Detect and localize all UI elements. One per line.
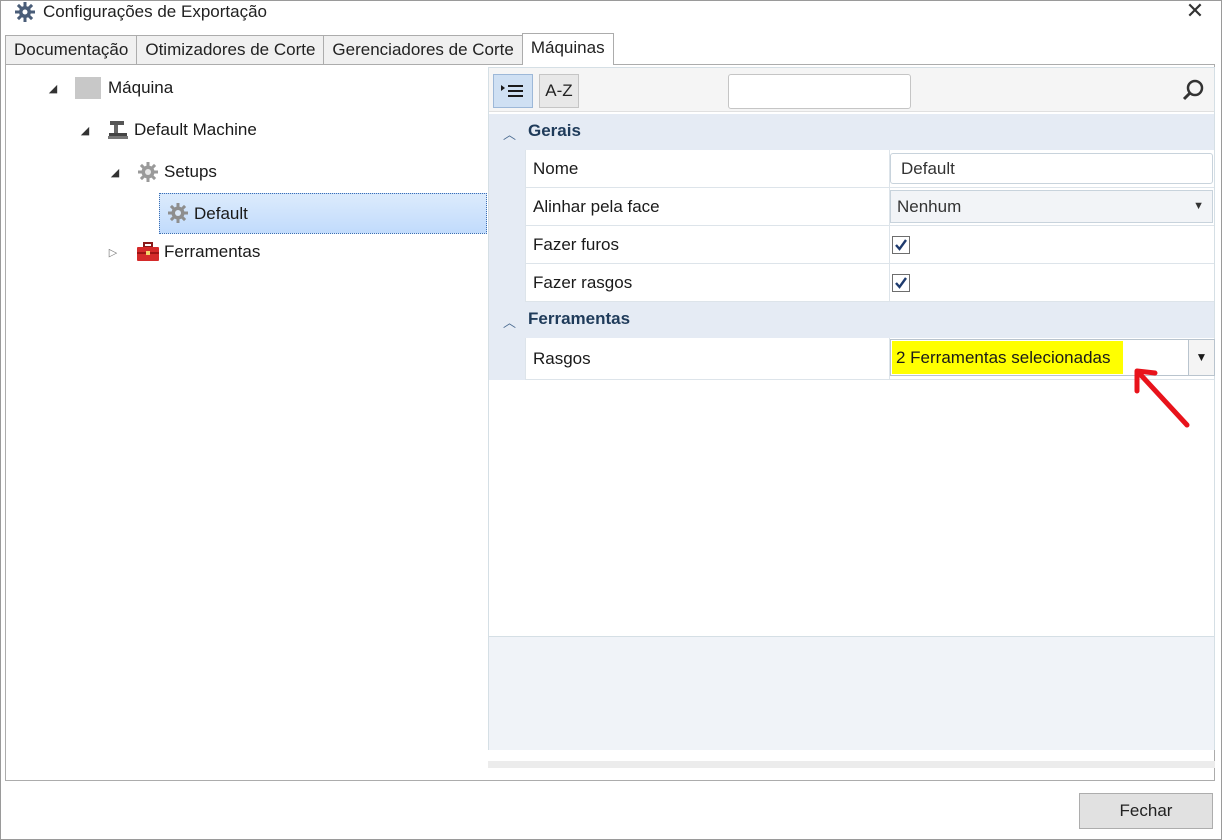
checkmark-icon bbox=[895, 239, 907, 251]
category-gutter bbox=[489, 338, 525, 380]
fechar-button[interactable]: Fechar bbox=[1079, 793, 1213, 829]
nome-input[interactable]: Default bbox=[890, 153, 1213, 184]
property-description-panel bbox=[489, 636, 1214, 750]
selected-tools-summary: 2 Ferramentas selecionadas bbox=[892, 341, 1123, 374]
property-grid-toolbar: A-Z bbox=[489, 68, 1214, 112]
alinhar-pela-face-select[interactable]: Nenhum ▼ bbox=[890, 190, 1213, 223]
property-row-rasgos: Rasgos 2 Ferramentas selecionadas ▼ bbox=[525, 338, 1215, 380]
fazer-furos-checkbox[interactable] bbox=[892, 236, 910, 254]
property-grid: A-Z ︿ Gerais Nome Default Alinhar pela f… bbox=[488, 67, 1215, 750]
category-label-ferramentas: Ferramentas bbox=[528, 309, 631, 328]
toolbox-icon bbox=[136, 242, 160, 267]
machine-icon bbox=[107, 119, 129, 146]
dropdown-arrow-icon[interactable]: ▼ bbox=[1188, 340, 1214, 375]
categorized-list-icon bbox=[499, 85, 527, 106]
gear-icon bbox=[137, 161, 159, 188]
expanded-arrow-icon[interactable]: ◢ bbox=[79, 125, 91, 137]
category-gutter bbox=[489, 150, 525, 302]
gear-icon bbox=[14, 1, 36, 23]
collapsed-arrow-icon[interactable]: ▷ bbox=[107, 247, 119, 259]
tree-label-default: Default bbox=[194, 204, 248, 223]
property-row-fazer-rasgos: Fazer rasgos bbox=[525, 264, 1214, 302]
tab-documentacao[interactable]: Documentação bbox=[5, 35, 138, 65]
collapse-chevron-icon[interactable]: ︿ bbox=[503, 312, 516, 331]
checkmark-icon bbox=[895, 277, 907, 289]
tree-node-default-setup[interactable]: Default bbox=[159, 193, 487, 234]
category-gerais[interactable]: ︿ Gerais bbox=[489, 114, 1214, 150]
expanded-arrow-icon[interactable]: ◢ bbox=[47, 83, 59, 95]
property-value-cell bbox=[889, 226, 1215, 263]
tree-label-default-machine: Default Machine bbox=[134, 120, 257, 139]
fazer-rasgos-checkbox[interactable] bbox=[892, 274, 910, 292]
rasgos-tools-multiselect[interactable]: 2 Ferramentas selecionadas ▼ bbox=[890, 339, 1215, 376]
machine-placeholder-icon bbox=[75, 77, 101, 99]
property-value-cell: 2 Ferramentas selecionadas ▼ bbox=[889, 338, 1215, 379]
window-title: Configurações de Exportação bbox=[43, 2, 267, 21]
property-row-fazer-furos: Fazer furos bbox=[525, 226, 1214, 264]
property-name: Rasgos bbox=[533, 349, 591, 368]
property-name: Fazer furos bbox=[533, 235, 619, 254]
property-search-input[interactable] bbox=[728, 74, 911, 109]
select-value: Nenhum bbox=[897, 197, 962, 216]
category-label-gerais: Gerais bbox=[528, 121, 581, 140]
dropdown-arrow-icon[interactable]: ▼ bbox=[1193, 191, 1204, 222]
tab-otimizadores-de-corte[interactable]: Otimizadores de Corte bbox=[136, 35, 325, 65]
expanded-arrow-icon[interactable]: ◢ bbox=[109, 167, 121, 179]
search-icon[interactable] bbox=[1182, 78, 1206, 102]
property-name: Alinhar pela face bbox=[533, 197, 660, 216]
category-ferramentas[interactable]: ︿ Ferramentas bbox=[489, 302, 1214, 338]
property-value-cell: Nenhum ▼ bbox=[889, 188, 1215, 225]
property-row-nome: Nome Default bbox=[525, 150, 1214, 188]
property-value-cell bbox=[889, 264, 1215, 301]
collapse-chevron-icon[interactable]: ︿ bbox=[503, 124, 516, 143]
export-settings-dialog: Configurações de Exportação ✕ Documentaç… bbox=[0, 0, 1222, 840]
tree-label-maquina: Máquina bbox=[108, 78, 174, 97]
horizontal-scrollbar[interactable] bbox=[488, 761, 1215, 768]
tab-bar: Documentação Otimizadores de Corte Geren… bbox=[5, 33, 614, 65]
property-row-alinhar-pela-face: Alinhar pela face Nenhum ▼ bbox=[525, 188, 1214, 226]
property-name: Fazer rasgos bbox=[533, 273, 633, 292]
title-bar: Configurações de Exportação ✕ bbox=[1, 0, 1221, 29]
tree-label-setups: Setups bbox=[164, 162, 217, 181]
property-value-cell: Default bbox=[889, 150, 1215, 187]
tree-label-ferramentas: Ferramentas bbox=[164, 242, 261, 261]
tab-maquinas[interactable]: Máquinas bbox=[521, 33, 614, 65]
categorized-view-button[interactable] bbox=[493, 74, 533, 108]
close-icon[interactable]: ✕ bbox=[1183, 0, 1207, 23]
property-name: Nome bbox=[533, 159, 579, 178]
gear-icon bbox=[167, 202, 189, 229]
tab-gerenciadores-de-corte[interactable]: Gerenciadores de Corte bbox=[323, 35, 523, 65]
alphabetical-view-button[interactable]: A-Z bbox=[539, 74, 579, 108]
